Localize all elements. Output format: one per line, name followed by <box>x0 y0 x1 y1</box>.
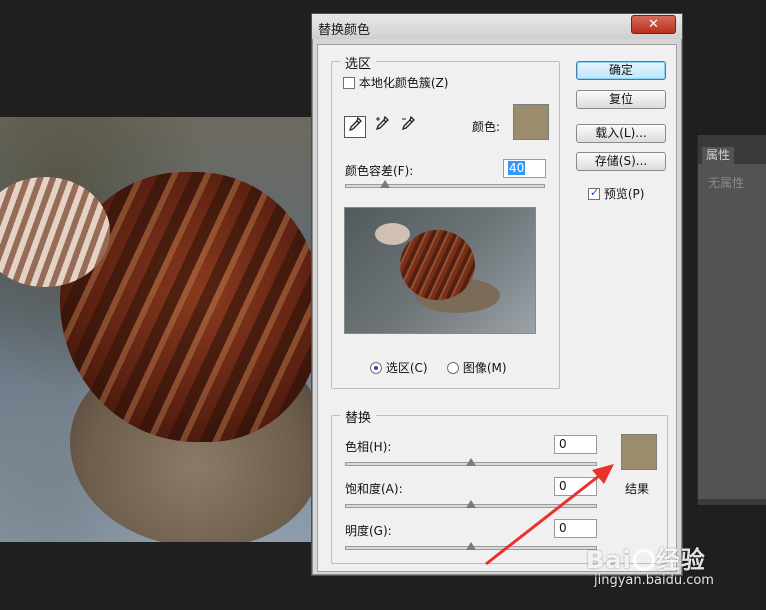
selection-color-swatch[interactable] <box>513 104 549 140</box>
selection-group-legend: 选区 <box>340 53 377 72</box>
localized-clusters-label: 本地化颜色簇(Z) <box>358 76 449 90</box>
hue-value: 0 <box>559 437 567 451</box>
replace-group-legend: 替换 <box>340 407 377 426</box>
eyedropper-subtract-icon[interactable] <box>398 115 420 138</box>
preview-checkbox[interactable]: 预览(P) <box>588 185 644 202</box>
preview-label: 预览(P) <box>603 187 645 201</box>
result-color-swatch[interactable] <box>621 434 657 470</box>
save-button[interactable]: 存储(S)... <box>576 152 666 171</box>
hue-slider-thumb[interactable] <box>466 458 476 466</box>
preview-snail-shell <box>400 230 475 300</box>
load-button[interactable]: 载入(L)... <box>576 124 666 143</box>
saturation-label: 饱和度(A): <box>345 482 403 496</box>
tolerance-label: 颜色容差(F): <box>345 164 414 178</box>
watermark-url: jingyan.baidu.com <box>594 573 714 588</box>
localized-clusters-box[interactable] <box>343 77 355 89</box>
eyedropper-icon[interactable] <box>344 116 366 138</box>
canvas-image <box>0 117 320 542</box>
baidu-paw-icon <box>632 549 655 571</box>
color-label: 颜色: <box>472 120 501 134</box>
view-image-label: 图像(M) <box>462 361 507 375</box>
view-selection-label: 选区(C) <box>385 361 428 375</box>
lightness-slider-thumb[interactable] <box>466 542 476 550</box>
selection-group: 选区 本地化颜色簇(Z) 颜色: 颜色容差(F): 40 选区(C) 图像(M) <box>331 53 560 389</box>
ok-button[interactable]: 确定 <box>576 61 666 80</box>
saturation-slider-thumb[interactable] <box>466 500 476 508</box>
view-image-radio[interactable]: 图像(M) <box>447 359 507 376</box>
preview-checkbox-box[interactable] <box>588 186 600 200</box>
selection-preview <box>344 207 536 334</box>
tolerance-slider-track[interactable] <box>345 184 545 188</box>
baidu-watermark: Bai 经验 jingyan.baidu.com <box>586 540 714 588</box>
view-selection-radio-dot[interactable] <box>370 362 382 374</box>
view-image-radio-dot[interactable] <box>447 362 459 374</box>
result-label: 结果 <box>625 482 650 496</box>
tolerance-slider-thumb[interactable] <box>380 180 390 188</box>
watermark-logo-suffix: 经验 <box>655 546 706 574</box>
tolerance-value: 40 <box>508 161 526 175</box>
lightness-label: 明度(G): <box>345 524 392 538</box>
properties-body: 无属性 <box>698 164 766 499</box>
reset-button[interactable]: 复位 <box>576 90 666 109</box>
properties-empty-text: 无属性 <box>708 176 745 190</box>
dialog-title: 替换颜色 <box>318 23 371 38</box>
close-button[interactable]: ✕ <box>631 15 676 34</box>
localized-clusters-checkbox[interactable]: 本地化颜色簇(Z) <box>343 74 448 91</box>
watermark-logo: Bai <box>586 546 632 574</box>
eyedropper-add-icon[interactable] <box>372 115 394 138</box>
hue-label: 色相(H): <box>345 440 392 454</box>
hue-input[interactable]: 0 <box>554 435 597 454</box>
tolerance-input[interactable]: 40 <box>503 159 546 178</box>
preview-snail-tip <box>375 223 410 245</box>
dialog-titlebar[interactable]: 替换颜色 ✕ <box>312 14 682 39</box>
properties-panel: 属性 无属性 <box>697 135 766 505</box>
properties-tab[interactable]: 属性 <box>702 147 735 164</box>
view-selection-radio[interactable]: 选区(C) <box>370 359 428 376</box>
